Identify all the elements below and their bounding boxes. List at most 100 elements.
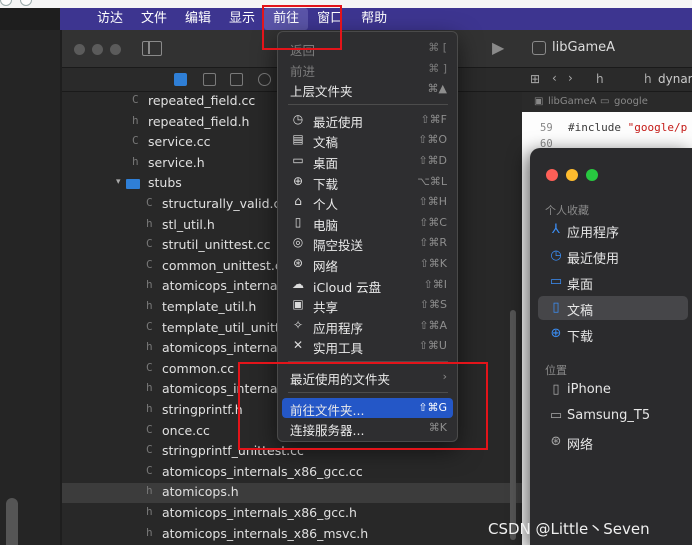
- zoom-button[interactable]: [110, 44, 121, 55]
- file-row[interactable]: h atomicops_internals_x86_msvc.h: [62, 525, 522, 545]
- run-icon[interactable]: ▶: [492, 38, 504, 57]
- finder-sidebar-item[interactable]: ◷ 最近使用: [538, 244, 688, 268]
- file-row[interactable]: h atomicops_internals_x86_gcc.h: [62, 504, 522, 524]
- finder-sidebar-item[interactable]: ▯ 文稿: [538, 296, 688, 320]
- navigator-scrollbar[interactable]: [510, 310, 516, 540]
- finder-sidebar-label: 文稿: [567, 304, 594, 319]
- go-menu-item[interactable]: ⌂ 个人 ⇧⌘H: [282, 192, 453, 212]
- header-file-icon: h: [146, 484, 153, 498]
- finder-sidebar-label: 桌面: [567, 278, 594, 293]
- menu-item-icon: ◎: [292, 235, 304, 250]
- menu-item-label: 前进: [290, 63, 316, 79]
- menu-item-icon: ✕: [292, 338, 304, 353]
- file-name: service.cc: [148, 134, 211, 150]
- go-menu-item[interactable]: ▭ 桌面 ⇧⌘D: [282, 151, 453, 171]
- file-name: template_util_unittes: [162, 319, 295, 335]
- forward-icon[interactable]: ›: [568, 71, 573, 85]
- header-file-icon: h: [132, 113, 139, 127]
- go-menu-item[interactable]: ▤ 文稿 ⇧⌘O: [282, 130, 453, 150]
- go-menu-item[interactable]: ⊛ 网络 ⇧⌘K: [282, 254, 453, 274]
- source-file-icon: C: [146, 360, 153, 374]
- file-name: atomicops_internals_: [162, 340, 294, 356]
- menu-item-shortcut: ⌘ [: [428, 41, 447, 54]
- menu-item-icon: ⊛: [292, 256, 304, 270]
- source-file-icon: C: [146, 257, 153, 271]
- file-name: stl_util.h: [162, 216, 215, 232]
- finder-sidebar-label: 最近使用: [567, 252, 620, 267]
- header-file-icon: h: [146, 216, 153, 230]
- file-name: common.cc: [162, 360, 235, 376]
- find-navigator-icon[interactable]: [258, 73, 271, 86]
- file-name: service.h: [148, 154, 205, 170]
- go-menu-item[interactable]: ◷ 最近使用 ⇧⌘F: [282, 110, 453, 130]
- grid-icon[interactable]: ⊞: [530, 72, 540, 86]
- menu-item-shortcut: ⇧⌘I: [423, 277, 447, 291]
- gutter-scrollbar[interactable]: [6, 498, 18, 545]
- file-row[interactable]: Catomicops_internals_x86_gcc.cc: [62, 463, 522, 483]
- go-menu-item[interactable]: ⊕ 下载 ⌥⌘L: [282, 172, 453, 192]
- minimize-button[interactable]: [92, 44, 103, 55]
- finder-zoom-button[interactable]: [586, 169, 598, 181]
- header-file-icon: h: [132, 154, 139, 168]
- menu-edit[interactable]: 编辑: [176, 8, 220, 30]
- header-file-icon: h: [146, 340, 153, 354]
- sidebar-toggle-icon[interactable]: [142, 41, 162, 56]
- finder-minimize-button[interactable]: [566, 169, 578, 181]
- finder-sidebar-item[interactable]: ▭ Samsung_T5: [538, 404, 688, 428]
- finder-sidebar-label: 下载: [567, 330, 594, 345]
- iphone-icon: ▯: [552, 382, 560, 397]
- desktop-icon: ▭: [549, 274, 563, 289]
- annotation-box-goto-folder: [238, 362, 488, 450]
- menu-view[interactable]: 显示: [220, 8, 264, 30]
- menu-item-shortcut: ⇧⌘F: [420, 112, 447, 126]
- menu-file[interactable]: 文件: [132, 8, 176, 30]
- source-control-icon[interactable]: [203, 73, 216, 86]
- close-button[interactable]: [74, 44, 85, 55]
- go-menu-item[interactable]: ✕ 实用工具 ⇧⌘U: [282, 336, 453, 356]
- menu-finder[interactable]: 访达: [88, 8, 132, 30]
- go-menu-item[interactable]: 上层文件夹 ⌘▲: [282, 79, 453, 99]
- menu-item-label: 电脑: [313, 217, 339, 233]
- finder-window: 个人收藏 ⅄ 应用程序 ◷ 最近使用 ▭ 桌面 ▯ 文稿 ⊕ 下载 位置 ▯ iPhone ▭ Sams…: [530, 148, 692, 545]
- symbol-navigator-icon[interactable]: [230, 73, 243, 86]
- menu-item-icon: ⌂: [294, 194, 302, 209]
- menu-help[interactable]: 帮助: [352, 8, 396, 30]
- disclosure-triangle-icon[interactable]: ▾: [116, 177, 121, 187]
- finder-close-button[interactable]: [546, 169, 558, 181]
- background-circle-icon: [20, 0, 32, 6]
- finder-sidebar-item[interactable]: ⅄ 应用程序: [538, 218, 688, 242]
- file-name: repeated_field.cc: [148, 93, 256, 108]
- background-window-strip: [0, 0, 692, 8]
- source-file-icon: C: [132, 93, 139, 106]
- finder-sidebar-label: iPhone: [567, 382, 611, 397]
- finder-sidebar-item[interactable]: ⊕ 下载: [538, 322, 688, 346]
- jump-folder[interactable]: google: [614, 96, 648, 107]
- scheme-name[interactable]: libGameA: [552, 40, 615, 55]
- file-name: atomicops_internals_x86_gcc.h: [162, 505, 357, 520]
- tab-file-type-icon: h: [596, 72, 604, 86]
- go-menu-item[interactable]: ▯ 电脑 ⇧⌘C: [282, 213, 453, 233]
- menu-item-label: 应用程序: [313, 320, 364, 336]
- go-menu-item[interactable]: ✧ 应用程序 ⇧⌘A: [282, 316, 453, 336]
- go-menu-item[interactable]: ▣ 共享 ⇧⌘S: [282, 295, 453, 315]
- file-name: stringprintf.h: [162, 402, 243, 417]
- jump-root[interactable]: libGameA: [548, 96, 597, 107]
- tab-file-type-icon: h: [644, 72, 652, 86]
- finder-sidebar-item[interactable]: ▭ 桌面: [538, 270, 688, 294]
- source-file-icon: C: [146, 422, 153, 436]
- menu-item-icon: ▭: [292, 153, 304, 167]
- code-line: #include "google/p: [568, 121, 687, 134]
- back-icon[interactable]: ‹: [552, 71, 557, 85]
- go-menu-item[interactable]: ◎ 隔空投送 ⇧⌘R: [282, 233, 453, 253]
- go-menu-item[interactable]: ☁ iCloud 云盘 ⇧⌘I: [282, 275, 453, 295]
- header-file-icon: h: [146, 505, 153, 518]
- menu-item-shortcut: ⇧⌘S: [419, 298, 447, 312]
- editor-tab-title[interactable]: dynam: [658, 72, 692, 86]
- folder-navigator-icon[interactable]: [174, 73, 187, 86]
- finder-sidebar-label: Samsung_T5: [567, 408, 651, 423]
- file-row[interactable]: h atomicops.h: [62, 483, 522, 504]
- menu-item-icon: ✧: [292, 317, 304, 332]
- code-text: #include: [568, 121, 628, 134]
- finder-sidebar-item[interactable]: ⊛ 网络: [538, 430, 688, 454]
- finder-sidebar-item[interactable]: ▯ iPhone: [538, 378, 688, 402]
